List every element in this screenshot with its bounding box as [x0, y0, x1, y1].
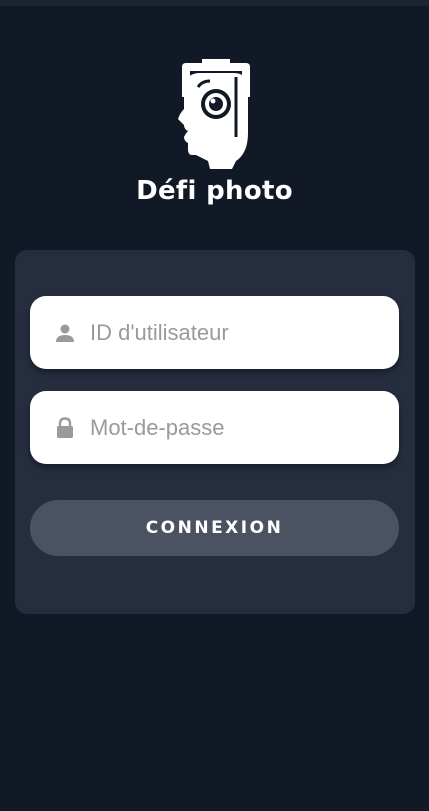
username-input[interactable]	[90, 319, 380, 346]
lock-icon	[54, 416, 76, 439]
password-input[interactable]	[90, 414, 380, 441]
user-icon	[54, 322, 76, 344]
connexion-button[interactable]: CONNEXION	[30, 500, 399, 556]
app-title: Défi photo	[136, 176, 293, 206]
password-field[interactable]	[30, 391, 399, 464]
username-field[interactable]	[30, 296, 399, 369]
login-card: CONNEXION	[15, 250, 415, 614]
status-bar-strip	[0, 0, 429, 6]
head-camera-logo-icon	[176, 57, 256, 171]
